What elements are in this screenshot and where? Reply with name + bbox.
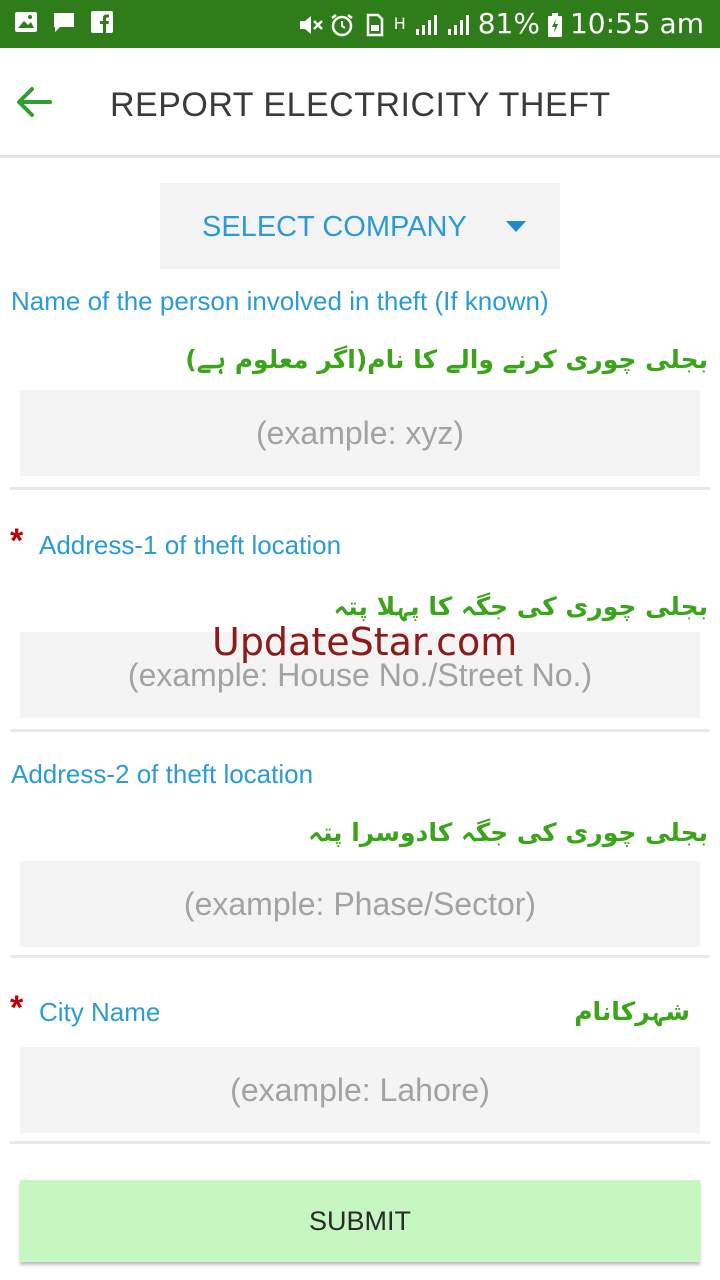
required-marker: * (10, 989, 24, 1027)
facebook-icon (90, 10, 114, 34)
status-right: H 81% 10:55 am (298, 8, 704, 40)
address2-urdu-label: بجلی چوری کی جگہ کادوسرا پتہ (308, 818, 708, 847)
mute-icon (298, 12, 323, 36)
company-dropdown-label: SELECT COMPANY (202, 211, 467, 243)
city-label: City Name (39, 997, 161, 1027)
person-name-label: Name of the person involved in theft (If… (11, 286, 549, 316)
signal-icon-1 (414, 12, 438, 36)
divider (10, 729, 710, 732)
page-title: REPORT ELECTRICITY THEFT (110, 86, 611, 124)
address2-label: Address-2 of theft location (11, 759, 314, 789)
company-dropdown[interactable]: SELECT COMPANY (160, 183, 560, 269)
submit-button[interactable]: SUBMIT (20, 1180, 700, 1262)
battery-icon (547, 12, 562, 37)
battery-percent: 81% (477, 7, 540, 40)
alarm-icon (330, 12, 354, 37)
address2-input[interactable] (20, 861, 700, 947)
message-icon (52, 10, 76, 34)
address1-urdu-label: بجلی چوری کی جگہ کا پہلا پتہ (333, 592, 708, 621)
toolbar: REPORT ELECTRICITY THEFT (0, 48, 720, 158)
divider (10, 1141, 710, 1144)
arrow-left-icon (17, 87, 52, 117)
required-marker: * (10, 522, 24, 560)
city-input[interactable] (20, 1047, 700, 1133)
gallery-icon (14, 10, 38, 34)
city-urdu-label: شہرکانام (574, 997, 690, 1026)
sim-card-icon (362, 12, 386, 37)
address1-label: Address-1 of theft location (39, 530, 342, 560)
person-name-urdu-label: بجلی چوری کرنے والے کا نام(اگر معلوم ہے) (185, 345, 708, 374)
clock: 10:55 am (569, 7, 704, 40)
divider (10, 955, 710, 958)
watermark: UpdateStar.com (212, 620, 518, 664)
divider (10, 487, 710, 490)
caret-down-icon (506, 221, 526, 232)
person-name-input[interactable] (20, 390, 700, 476)
back-button[interactable] (14, 82, 54, 122)
signal-icon-2 (446, 12, 470, 36)
status-bar: H 81% 10:55 am (0, 0, 720, 48)
network-type: H (393, 14, 406, 33)
notification-icons (14, 10, 114, 34)
